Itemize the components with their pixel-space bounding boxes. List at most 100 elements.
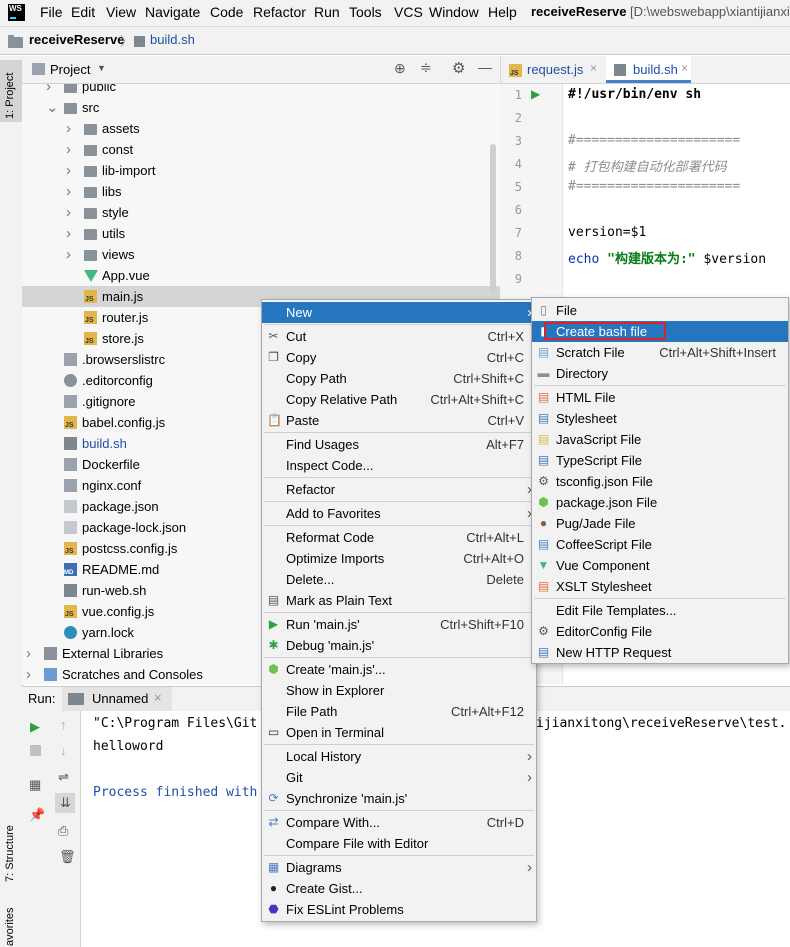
chevron-right-icon[interactable]: › — [66, 181, 76, 202]
menu-item-find-usages[interactable]: Find Usages Alt+F7 — [262, 434, 536, 455]
menu-item-create-gist[interactable]: ● Create Gist... — [262, 878, 536, 899]
menu-item-fix-eslint-problems[interactable]: ⬣ Fix ESLint Problems — [262, 899, 536, 920]
tree-row[interactable]: › views — [22, 244, 500, 265]
menu-item-scratch-file[interactable]: ▤ Scratch File Ctrl+Alt+Shift+Insert — [532, 342, 788, 363]
menu-item-show-in-explorer[interactable]: Show in Explorer — [262, 680, 536, 701]
menu-item-debug-main-js[interactable]: ✱ Debug 'main.js' — [262, 635, 536, 656]
menu-item-refactor[interactable]: Refactor › — [262, 479, 536, 500]
menu-item-create-main-js[interactable]: ⬢ Create 'main.js'... — [262, 659, 536, 680]
menu-item-xslt-stylesheet[interactable]: ▤ XSLT Stylesheet — [532, 576, 788, 597]
menu-item-copy-path[interactable]: Copy Path Ctrl+Shift+C — [262, 368, 536, 389]
breadcrumb-file[interactable]: build.sh — [150, 32, 195, 47]
hide-panel-icon[interactable]: — — [478, 59, 492, 75]
menu-item-paste[interactable]: 📋 Paste Ctrl+V — [262, 410, 536, 431]
menu-file[interactable]: File — [40, 4, 63, 20]
tree-row[interactable]: › lib-import — [22, 160, 500, 181]
chevron-right-icon[interactable]: › — [66, 118, 76, 139]
menu-item-vue-component[interactable]: ▼ Vue Component — [532, 555, 788, 576]
menu-item-stylesheet[interactable]: ▤ Stylesheet — [532, 408, 788, 429]
menu-item-editorconfig-file[interactable]: ⚙ EditorConfig File — [532, 621, 788, 642]
menu-item-package-json-file[interactable]: ⬢ package.json File — [532, 492, 788, 513]
menu-refactor[interactable]: Refactor — [253, 4, 306, 20]
menu-item-run-main-js[interactable]: ▶ Run 'main.js' Ctrl+Shift+F10 — [262, 614, 536, 635]
menu-item-compare-file-with-editor[interactable]: Compare File with Editor — [262, 833, 536, 854]
menu-item-git[interactable]: Git › — [262, 767, 536, 788]
menu-item-coffeescript-file[interactable]: ▤ CoffeeScript File — [532, 534, 788, 555]
menu-item-typescript-file[interactable]: ▤ TypeScript File — [532, 450, 788, 471]
menu-item-add-to-favorites[interactable]: Add to Favorites › — [262, 503, 536, 524]
favorites-tool-tab[interactable]: avorites — [4, 907, 16, 946]
tree-row[interactable]: ⌄ src — [22, 97, 500, 118]
chevron-right-icon[interactable]: › — [26, 664, 36, 684]
menu-item-optimize-imports[interactable]: Optimize Imports Ctrl+Alt+O — [262, 548, 536, 569]
menu-tools[interactable]: Tools — [349, 4, 382, 20]
run-gutter-icon[interactable]: ▶ — [531, 87, 540, 101]
tree-row[interactable]: › const — [22, 139, 500, 160]
menu-item-delete[interactable]: Delete... Delete — [262, 569, 536, 590]
menu-item-file[interactable]: ▯ File — [532, 300, 788, 321]
menu-navigate[interactable]: Navigate — [145, 4, 200, 20]
menu-item-pug-jade-file[interactable]: ● Pug/Jade File — [532, 513, 788, 534]
rerun-icon[interactable]: ▶ — [30, 719, 40, 735]
arrow-down-icon[interactable]: ↓ — [60, 743, 67, 758]
structure-tool-tab[interactable]: 7: Structure — [4, 825, 16, 882]
print-icon[interactable]: ⎙ — [58, 823, 68, 839]
menu-item-local-history[interactable]: Local History › — [262, 746, 536, 767]
tree-row[interactable]: App.vue — [22, 265, 500, 286]
menu-item-inspect-code[interactable]: Inspect Code... — [262, 455, 536, 476]
gear-icon[interactable]: ⚙ — [452, 59, 465, 77]
soft-wrap-icon[interactable]: ⇌ — [58, 769, 69, 785]
tree-row[interactable]: › utils — [22, 223, 500, 244]
menu-item-new-http-request[interactable]: ▤ New HTTP Request — [532, 642, 788, 663]
close-icon[interactable]: × — [590, 61, 597, 75]
menu-item-mark-as-plain-text[interactable]: ▤ Mark as Plain Text — [262, 590, 536, 611]
chevron-down-icon[interactable]: ▼ — [97, 63, 106, 73]
trash-icon[interactable]: 🗑 — [59, 849, 76, 865]
menu-item-edit-file-templates[interactable]: Edit File Templates... — [532, 600, 788, 621]
menu-item-copy[interactable]: ❐ Copy Ctrl+C — [262, 347, 536, 368]
tab-build-sh[interactable]: build.sh × — [606, 56, 691, 83]
chevron-right-icon[interactable]: › — [46, 84, 56, 97]
tree-row[interactable]: › libs — [22, 181, 500, 202]
chevron-right-icon[interactable]: › — [66, 160, 76, 181]
locate-icon[interactable]: ⊕ — [394, 60, 406, 77]
menu-item-directory[interactable]: ▬ Directory — [532, 363, 788, 384]
menu-window[interactable]: Window — [429, 4, 479, 20]
arrow-up-icon[interactable]: ↑ — [60, 717, 67, 732]
menu-code[interactable]: Code — [210, 4, 243, 20]
tree-row[interactable]: › assets — [22, 118, 500, 139]
close-icon[interactable]: × — [681, 61, 688, 75]
menu-item-open-in-terminal[interactable]: ▭ Open in Terminal — [262, 722, 536, 743]
tree-row[interactable]: › public — [22, 84, 500, 97]
chevron-right-icon[interactable]: › — [66, 223, 76, 244]
breadcrumb-project[interactable]: receiveReserve — [29, 32, 124, 47]
menu-item-file-path[interactable]: File Path Ctrl+Alt+F12 — [262, 701, 536, 722]
pin-icon[interactable]: 📌 — [29, 807, 45, 823]
stop-icon[interactable] — [30, 745, 41, 756]
chevron-right-icon[interactable]: › — [66, 244, 76, 265]
chevron-down-icon[interactable]: ⌄ — [46, 97, 59, 118]
menu-view[interactable]: View — [106, 4, 136, 20]
menu-item-copy-relative-path[interactable]: Copy Relative Path Ctrl+Alt+Shift+C — [262, 389, 536, 410]
menu-vcs[interactable]: VCS — [394, 4, 423, 20]
menu-item-compare-with[interactable]: ⇄ Compare With... Ctrl+D — [262, 812, 536, 833]
scrollbar-thumb[interactable] — [490, 144, 496, 294]
menu-item-html-file[interactable]: ▤ HTML File — [532, 387, 788, 408]
tree-row[interactable]: › style — [22, 202, 500, 223]
collapse-all-icon[interactable]: ≑ — [420, 59, 432, 76]
menu-item-new[interactable]: New › — [262, 302, 536, 323]
chevron-right-icon[interactable]: › — [66, 139, 76, 160]
menu-item-reformat-code[interactable]: Reformat Code Ctrl+Alt+L — [262, 527, 536, 548]
menu-edit[interactable]: Edit — [71, 4, 95, 20]
menu-item-javascript-file[interactable]: ▤ JavaScript File — [532, 429, 788, 450]
run-tab-unnamed[interactable]: Unnamed × — [62, 687, 172, 711]
menu-help[interactable]: Help — [488, 4, 517, 20]
menu-item-synchronize-main-js[interactable]: ⟳ Synchronize 'main.js' — [262, 788, 536, 809]
menu-item-diagrams[interactable]: ▦ Diagrams › — [262, 857, 536, 878]
project-panel-title[interactable]: Project — [50, 62, 90, 77]
chevron-right-icon[interactable]: › — [26, 643, 36, 664]
layout-icon[interactable]: ▦ — [29, 777, 41, 793]
menu-item-cut[interactable]: ✂ Cut Ctrl+X — [262, 326, 536, 347]
close-icon[interactable]: × — [154, 690, 162, 705]
chevron-right-icon[interactable]: › — [66, 202, 76, 223]
